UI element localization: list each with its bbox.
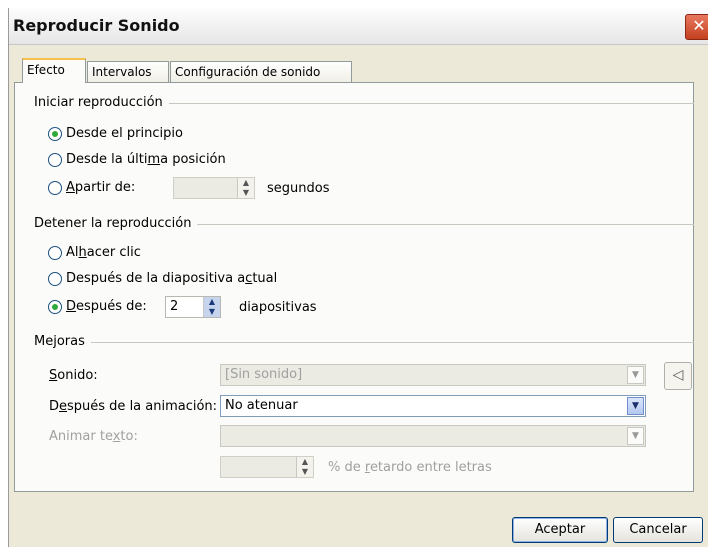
start-seconds-spinner[interactable]: ▲ ▼ bbox=[173, 177, 255, 199]
radio-label-accesskey: A bbox=[66, 180, 75, 195]
tab-efecto[interactable]: Efecto bbox=[22, 58, 86, 83]
letter-delay-label: % de retardo entre letras bbox=[328, 460, 492, 475]
radio-label-after: a posición bbox=[160, 152, 226, 167]
spinner-arrows-icon[interactable]: ▲ ▼ bbox=[203, 297, 220, 317]
radio-button[interactable] bbox=[48, 245, 62, 260]
letter-delay-label-after: etardo entre letras bbox=[369, 460, 492, 475]
ok-button-label: Aceptar bbox=[534, 522, 586, 537]
seconds-unit-label: segundos bbox=[267, 181, 330, 196]
radio-label-after: tual bbox=[252, 271, 278, 286]
radio-start-from[interactable]: A partir de: bbox=[48, 180, 135, 195]
radio-label-accesskey: c bbox=[245, 271, 253, 286]
cancel-button-label: Cancelar bbox=[629, 522, 687, 537]
close-button[interactable]: ✕ bbox=[685, 14, 708, 40]
radio-button[interactable] bbox=[48, 271, 62, 286]
letter-delay-spinner[interactable]: ▲ ▼ bbox=[220, 456, 314, 478]
radio-label-accesskey: h bbox=[78, 245, 87, 260]
chevron-down-icon[interactable]: ▼ bbox=[627, 427, 644, 445]
radio-label-accesskey: m bbox=[147, 152, 161, 167]
radio-label: Desde el principio bbox=[66, 126, 183, 141]
after-animation-label-before: D bbox=[49, 399, 60, 414]
animate-text-label: Animar texto: bbox=[49, 429, 138, 444]
cancel-button[interactable]: Cancelar bbox=[613, 517, 703, 543]
tab-label: Configuración de sonido bbox=[175, 65, 321, 79]
sound-label: Sonido: bbox=[49, 368, 98, 383]
radio-start-beginning[interactable]: Desde el principio bbox=[48, 126, 183, 141]
tab-label: Intervalos bbox=[92, 65, 152, 79]
animate-text-label-after: to: bbox=[120, 429, 138, 444]
radio-button[interactable] bbox=[48, 152, 62, 167]
radio-start-last-position[interactable]: Desde la últi m a posición bbox=[48, 152, 226, 167]
radio-button[interactable] bbox=[48, 299, 62, 314]
speaker-volume-button[interactable]: ◁ bbox=[664, 362, 692, 390]
slides-count-value[interactable]: 2 bbox=[170, 299, 178, 314]
letter-delay-label-before: % de bbox=[328, 460, 365, 475]
radio-label-after: partir de: bbox=[74, 180, 136, 195]
radio-label-before: Después de la diapositiva a bbox=[66, 271, 246, 286]
enhancements-group-title: Mejoras bbox=[34, 334, 91, 349]
slides-count-spinner[interactable]: 2 ▲ ▼ bbox=[165, 296, 221, 318]
radio-label-before: Desde la últi bbox=[66, 152, 148, 167]
speaker-icon: ◁ bbox=[672, 367, 684, 383]
after-animation-label: Después de la animación: bbox=[49, 399, 217, 414]
stop-group-title: Detener la reproducción bbox=[34, 216, 198, 231]
sound-label-text: onido: bbox=[57, 368, 98, 383]
radio-button[interactable] bbox=[48, 126, 62, 141]
radio-button[interactable] bbox=[48, 180, 62, 195]
radio-label-before: Al bbox=[66, 245, 79, 260]
slides-unit-label: diapositivas bbox=[239, 300, 317, 315]
animate-text-dropdown[interactable]: ▼ bbox=[220, 425, 646, 447]
radio-label-after: espués de: bbox=[76, 299, 147, 314]
close-icon: ✕ bbox=[692, 16, 706, 35]
tab-intervalos[interactable]: Intervalos bbox=[87, 61, 169, 82]
radio-label-after: acer clic bbox=[86, 245, 141, 260]
spinner-arrows-icon[interactable]: ▲ ▼ bbox=[296, 457, 313, 477]
spinner-arrows-icon[interactable]: ▲ ▼ bbox=[237, 178, 254, 198]
radio-stop-on-click[interactable]: Al h acer clic bbox=[48, 245, 141, 260]
after-animation-dropdown[interactable]: No atenuar ▼ bbox=[220, 395, 646, 417]
radio-label-accesskey: D bbox=[66, 299, 77, 314]
tab-label: Efecto bbox=[27, 63, 65, 77]
after-animation-value: No atenuar bbox=[225, 398, 298, 413]
radio-stop-after-slides[interactable]: Después de: bbox=[48, 299, 147, 314]
sound-dropdown-value: [Sin sonido] bbox=[225, 367, 303, 382]
after-animation-label-accesskey: e bbox=[59, 399, 68, 414]
ok-button[interactable]: Aceptar bbox=[512, 517, 608, 543]
group-rule bbox=[34, 342, 694, 343]
sound-dropdown[interactable]: [Sin sonido] ▼ bbox=[220, 364, 646, 386]
start-group-title: Iniciar reproducción bbox=[34, 95, 169, 110]
chevron-down-icon[interactable]: ▼ bbox=[627, 366, 644, 384]
title-bar[interactable]: Reproducir Sonido ✕ bbox=[9, 8, 708, 45]
tab-configuracion-sonido[interactable]: Configuración de sonido bbox=[170, 61, 352, 82]
radio-stop-after-current-slide[interactable]: Después de la diapositiva a c tual bbox=[48, 271, 277, 286]
animate-text-label-before: Animar te bbox=[49, 429, 113, 444]
after-animation-label-after: spués de la animación: bbox=[67, 399, 218, 414]
chevron-down-icon[interactable]: ▼ bbox=[627, 397, 644, 415]
window-title: Reproducir Sonido bbox=[13, 16, 180, 35]
